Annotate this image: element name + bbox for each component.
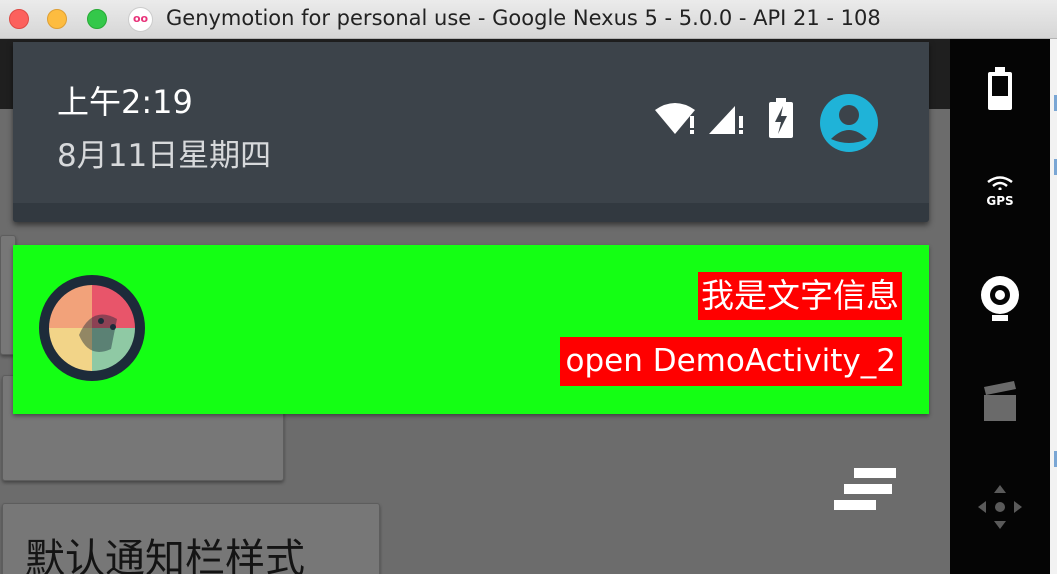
emulator-screen: 自定义样式 默认通知栏样式 上午2:19 8月11日星期四	[0, 39, 950, 574]
notification-shade-header: 上午2:19 8月11日星期四	[13, 42, 929, 222]
genymotion-app-icon: oo	[128, 7, 153, 32]
close-window-button[interactable]	[9, 9, 29, 29]
menu-icon[interactable]	[832, 466, 898, 518]
window-title: Genymotion for personal use - Google Nex…	[166, 6, 881, 30]
webcam-icon[interactable]	[950, 275, 1050, 327]
cell-signal-icon	[707, 102, 747, 140]
open-demo-activity-link[interactable]: open DemoActivity_2	[559, 337, 902, 386]
shade-footer	[13, 203, 929, 222]
status-time: 上午2:19	[57, 83, 193, 121]
battery-icon[interactable]	[950, 67, 1050, 115]
gps-icon[interactable]: GPS	[950, 175, 1050, 208]
dpad-icon[interactable]	[950, 483, 1050, 535]
notification-text: 我是文字信息	[698, 272, 902, 320]
gps-label: GPS	[986, 194, 1014, 208]
android-logo-icon	[39, 275, 145, 385]
default-style-button[interactable]: 默认通知栏样式	[2, 503, 380, 574]
user-avatar-icon[interactable]	[819, 93, 879, 157]
window-titlebar: oo Genymotion for personal use - Google …	[0, 0, 1057, 39]
custom-notification[interactable]: 我是文字信息 open DemoActivity_2	[13, 245, 929, 414]
window-right-edge	[1050, 39, 1057, 574]
wifi-icon	[653, 102, 701, 140]
status-date: 8月11日星期四	[57, 138, 272, 174]
maximize-window-button[interactable]	[87, 9, 107, 29]
default-style-button-label: 默认通知栏样式	[25, 536, 305, 574]
emulator-sidebar: GPS	[950, 39, 1050, 574]
battery-charging-icon	[769, 98, 793, 142]
clapperboard-icon[interactable]	[950, 381, 1050, 427]
minimize-window-button[interactable]	[47, 9, 67, 29]
